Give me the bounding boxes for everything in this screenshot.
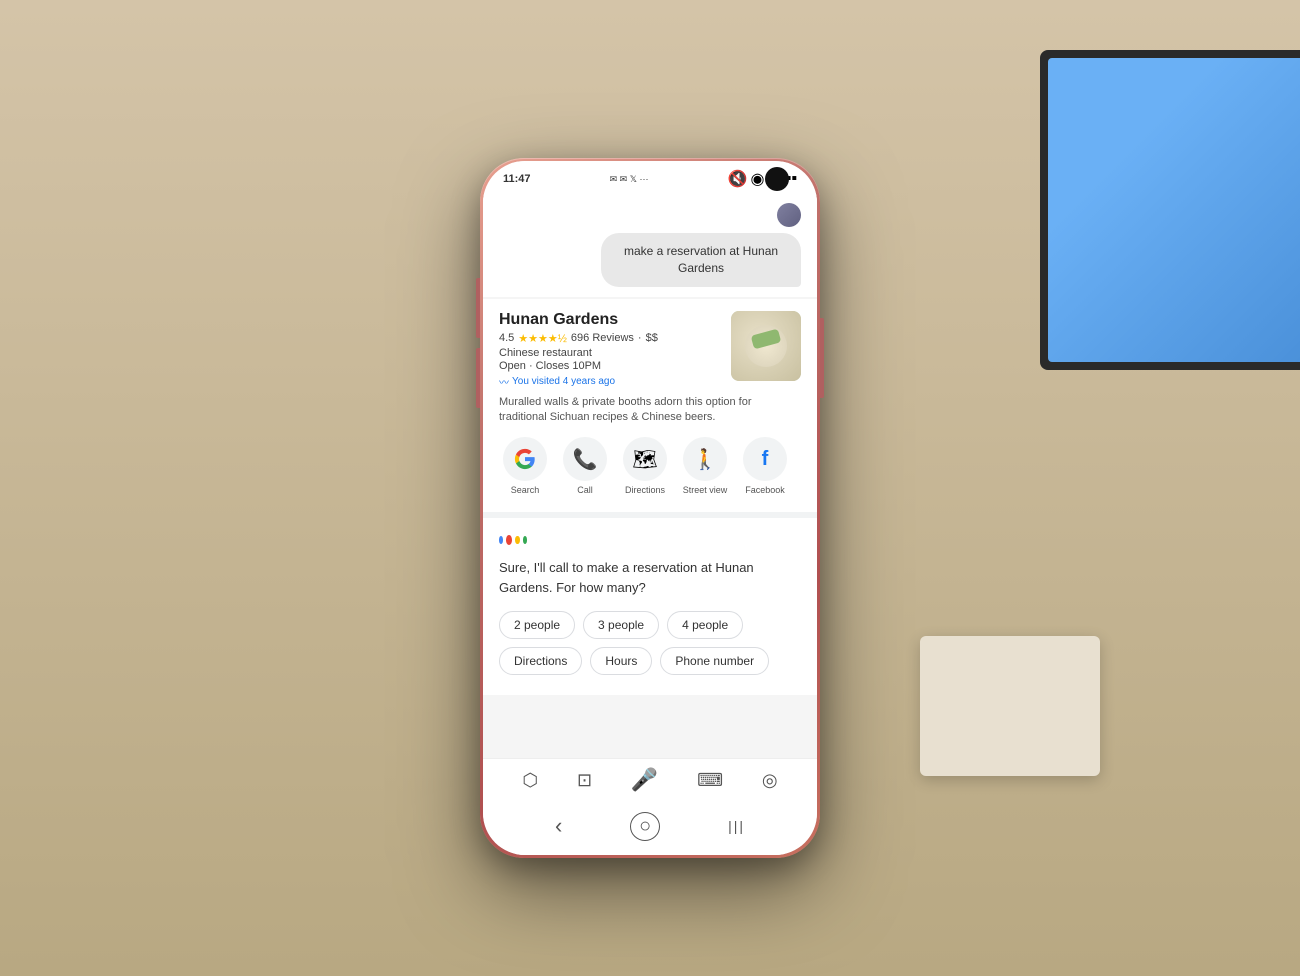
- home-button[interactable]: ○: [630, 812, 660, 841]
- assistant-dot-red: [506, 535, 512, 545]
- restaurant-name: Hunan Gardens: [499, 311, 721, 329]
- assistant-dot-blue: [499, 536, 503, 544]
- phone-body: 11:47 ✉ ✉ 𝕏 ··· 🔇 ◉ ◌ ▪▪▪ make a reserva…: [480, 158, 820, 858]
- price: $$: [646, 332, 658, 344]
- assistant-dot-green: [523, 536, 527, 544]
- keyboard-icon[interactable]: ⌨: [697, 770, 723, 791]
- microphone-icon[interactable]: 🎤: [631, 767, 658, 793]
- search-icon-circle[interactable]: [503, 437, 547, 481]
- recents-button[interactable]: |||: [712, 814, 761, 838]
- review-count: 696 Reviews: [571, 332, 634, 344]
- search-action-label: Search: [511, 485, 540, 496]
- chip-2-people[interactable]: 2 people: [499, 611, 575, 639]
- trend-icon: 〰: [499, 374, 509, 389]
- phone-icon: 📞: [573, 447, 598, 472]
- restaurant-card: Hunan Gardens 4.5 ★★★★½ 696 Reviews · $$…: [483, 299, 817, 513]
- chip-directions[interactable]: Directions: [499, 647, 582, 675]
- chip-4-people[interactable]: 4 people: [667, 611, 743, 639]
- rating-stars: ★★★★½: [518, 332, 567, 345]
- chips-row-1: 2 people 3 people 4 people: [499, 611, 801, 639]
- status-notifications: ✉ ✉ 𝕏 ···: [610, 174, 649, 185]
- facebook-action-button[interactable]: f Facebook: [739, 437, 791, 496]
- food-photo: [731, 311, 801, 381]
- user-message-bubble: make a reservation at Hunan Gardens: [601, 233, 801, 287]
- status-time: 11:47: [503, 173, 531, 185]
- visit-text: You visited 4 years ago: [512, 376, 615, 387]
- street-view-action-button[interactable]: 🚶 Street view: [679, 437, 731, 496]
- back-button[interactable]: ‹: [539, 809, 578, 843]
- screen-content[interactable]: make a reservation at Hunan Gardens Huna…: [483, 193, 817, 758]
- location-icon: ◉: [751, 169, 765, 189]
- restaurant-type: Chinese restaurant: [499, 347, 721, 359]
- map-icon: 🗺: [632, 447, 657, 472]
- restaurant-rating: 4.5 ★★★★½ 696 Reviews · $$: [499, 332, 721, 345]
- phone-wrapper: 11:47 ✉ ✉ 𝕏 ··· 🔇 ◉ ◌ ▪▪▪ make a reserva…: [480, 158, 820, 858]
- directions-action-button[interactable]: 🗺 Directions: [619, 437, 671, 496]
- assistant-response-text: Sure, I'll call to make a reservation at…: [499, 558, 801, 597]
- street-view-action-label: Street view: [683, 485, 728, 496]
- frame-decoration: [920, 636, 1100, 776]
- front-camera: [765, 167, 789, 191]
- search-action-button[interactable]: Search: [499, 437, 551, 496]
- google-g-icon: [514, 448, 536, 470]
- avatar: [777, 203, 801, 227]
- mute-icon: 🔇: [728, 169, 748, 189]
- assistant-section: Sure, I'll call to make a reservation at…: [483, 518, 817, 695]
- street-view-icon: 🚶: [693, 447, 718, 472]
- restaurant-header: Hunan Gardens 4.5 ★★★★½ 696 Reviews · $$…: [499, 311, 801, 389]
- call-action-label: Call: [577, 485, 593, 496]
- restaurant-info: Hunan Gardens 4.5 ★★★★½ 696 Reviews · $$…: [499, 311, 721, 389]
- monitor-decoration: [1040, 50, 1300, 370]
- directions-icon-circle[interactable]: 🗺: [623, 437, 667, 481]
- price-range: ·: [638, 332, 642, 344]
- facebook-icon-circle[interactable]: f: [743, 437, 787, 481]
- chip-hours[interactable]: Hours: [590, 647, 652, 675]
- assistant-dot-yellow: [515, 536, 519, 544]
- compass-icon[interactable]: ◎: [762, 770, 778, 791]
- restaurant-hours: Open · Closes 10PM: [499, 360, 721, 372]
- call-icon-circle[interactable]: 📞: [563, 437, 607, 481]
- screen-icon[interactable]: ⊡: [577, 770, 592, 791]
- rating-number: 4.5: [499, 332, 514, 344]
- restaurant-description: Muralled walls & private booths adorn th…: [499, 395, 801, 426]
- chip-3-people[interactable]: 3 people: [583, 611, 659, 639]
- phone-screen: 11:47 ✉ ✉ 𝕏 ··· 🔇 ◉ ◌ ▪▪▪ make a reserva…: [483, 161, 817, 855]
- action-buttons-row: Search 📞 Call 🗺 Directio: [499, 437, 801, 500]
- call-action-button[interactable]: 📞 Call: [559, 437, 611, 496]
- street-view-icon-circle[interactable]: 🚶: [683, 437, 727, 481]
- restaurant-visit: 〰 You visited 4 years ago: [499, 374, 721, 389]
- website-action-button[interactable]: 🌐 Website: [799, 437, 801, 496]
- assistant-header: [499, 530, 801, 550]
- google-assistant-icon: [499, 530, 527, 550]
- facebook-icon: f: [762, 448, 769, 471]
- user-message-area: make a reservation at Hunan Gardens: [483, 193, 817, 297]
- bottom-input-bar: ⬡ ⊡ 🎤 ⌨ ◎: [483, 758, 817, 801]
- restaurant-image: [731, 311, 801, 381]
- facebook-action-label: Facebook: [745, 485, 785, 496]
- directions-action-label: Directions: [625, 485, 665, 496]
- chips-row-2: Directions Hours Phone number: [499, 647, 801, 675]
- nav-bar: ‹ ○ |||: [483, 801, 817, 855]
- chip-phone-number[interactable]: Phone number: [660, 647, 769, 675]
- expand-icon[interactable]: ⬡: [522, 770, 538, 791]
